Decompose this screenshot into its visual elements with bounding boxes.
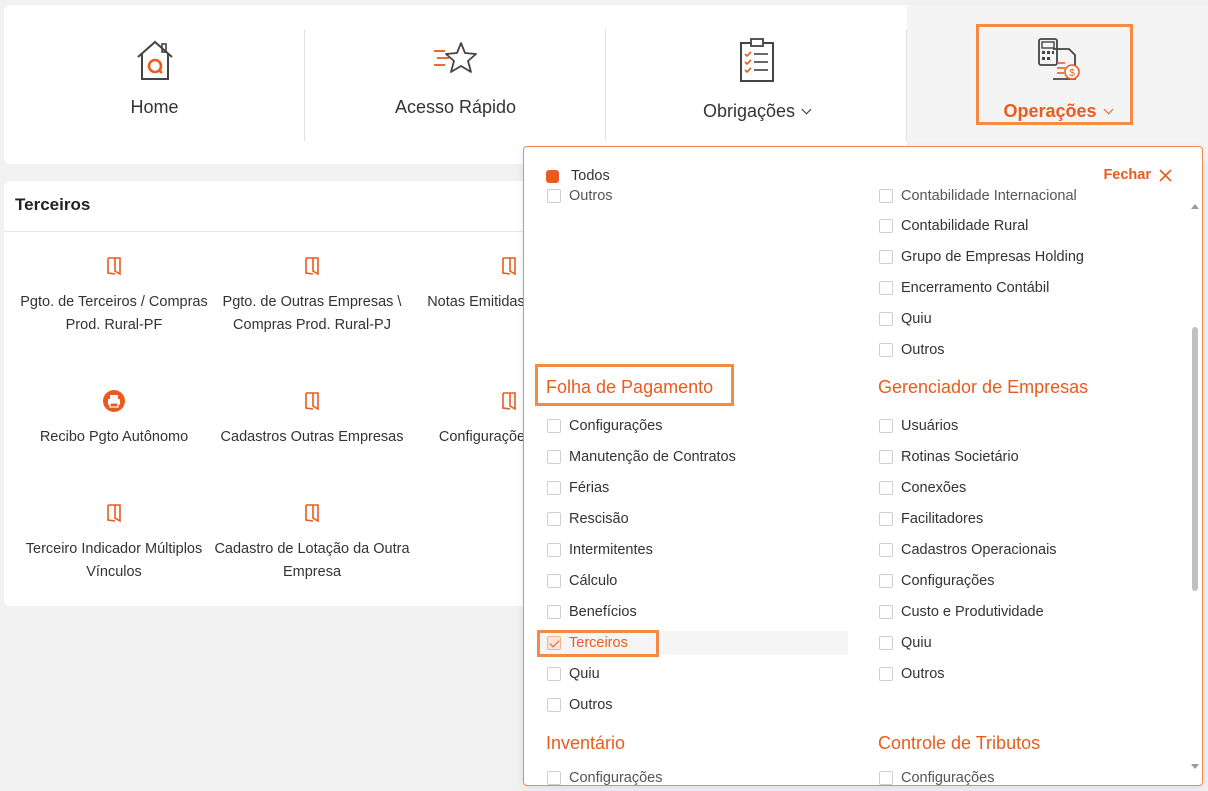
option-rescisao[interactable]: Rescisão: [546, 507, 629, 531]
tile-cadastros-outras-empresas[interactable]: Cadastros Outras Empresas: [212, 390, 412, 449]
operacoes-dropdown: Todos Fechar Outros Folha de Pagamento C…: [523, 146, 1203, 786]
chevron-down-icon: [801, 104, 812, 115]
option-intermitentes[interactable]: Intermitentes: [546, 538, 653, 562]
tab-home[interactable]: Home: [4, 5, 305, 164]
tile-cadastro-lotacao[interactable]: Cadastro de Lotação da Outra Empresa: [212, 502, 412, 583]
option-rotinas-societario[interactable]: Rotinas Societário: [878, 445, 1019, 469]
option-outros[interactable]: Outros: [546, 693, 613, 717]
scroll-down-arrow[interactable]: [1191, 764, 1199, 769]
terceiros-panel: Terceiros Pgto. de Terceiros / Compras P…: [4, 181, 534, 606]
tab-acesso-rapido[interactable]: Acesso Rápido: [305, 5, 606, 164]
option-ferias[interactable]: Férias: [546, 476, 609, 500]
option-configuracoes[interactable]: Configurações: [546, 414, 663, 438]
tile-pgto-outras-empresas[interactable]: Pgto. de Outras Empresas \ Compras Prod.…: [212, 255, 412, 336]
scrollbar-thumb[interactable]: [1192, 327, 1198, 591]
book-icon: [502, 392, 516, 411]
left-column: Outros Folha de Pagamento Configurações …: [538, 147, 866, 785]
option-outros-gerenciador[interactable]: Outros: [878, 662, 945, 686]
book-icon: [502, 257, 516, 276]
option-facilitadores[interactable]: Facilitadores: [878, 507, 983, 531]
right-column: Contabilidade Internacional Contabilidad…: [878, 147, 1198, 785]
tab-operacoes-label: Operações: [907, 101, 1208, 122]
option-contabilidade-rural[interactable]: Contabilidade Rural: [878, 214, 1028, 238]
book-icon: [305, 257, 319, 276]
option-configuracoes-gerenciador[interactable]: Configurações: [878, 569, 995, 593]
option-outros-top[interactable]: Outros: [546, 184, 613, 208]
tab-home-label: Home: [130, 97, 179, 117]
book-icon: [305, 504, 319, 523]
option-manutencao-contratos[interactable]: Manutenção de Contratos: [546, 445, 736, 469]
option-inventario-configuracoes[interactable]: Configurações: [546, 766, 663, 785]
option-controle-configuracoes[interactable]: Configurações: [878, 766, 995, 785]
option-cadastros-operacionais[interactable]: Cadastros Operacionais: [878, 538, 1057, 562]
home-icon: [136, 40, 173, 80]
option-encerramento-contabil[interactable]: Encerramento Contábil: [878, 276, 1049, 300]
tile-terceiro-indicador[interactable]: Terceiro Indicador Múltiplos Vínculos: [14, 502, 214, 583]
option-usuarios[interactable]: Usuários: [878, 414, 958, 438]
scroll-up-arrow[interactable]: [1191, 204, 1199, 209]
option-outros-contabil[interactable]: Outros: [878, 338, 945, 362]
tab-obrigacoes[interactable]: Obrigações: [606, 5, 907, 164]
option-beneficios[interactable]: Benefícios: [546, 600, 637, 624]
top-navigation: Home Acesso Rápido Obrigações $ Operaçõe…: [4, 5, 1208, 164]
tab-acesso-label: Acesso Rápido: [394, 97, 517, 117]
star-icon: [433, 42, 477, 73]
printer-icon: [103, 390, 125, 412]
option-quiu[interactable]: Quiu: [546, 662, 600, 686]
tile-pgto-terceiros[interactable]: Pgto. de Terceiros / Compras Prod. Rural…: [14, 255, 214, 336]
option-calculo[interactable]: Cálculo: [546, 569, 617, 593]
tile-notas-emitidas[interactable]: Notas Emitidas Produção: [409, 255, 534, 314]
section-controle-tributos: Controle de Tributos: [878, 733, 1041, 753]
section-inventario: Inventário: [546, 733, 626, 753]
tab-obrigacoes-label: Obrigações: [606, 101, 907, 122]
book-icon: [107, 257, 121, 276]
tab-operacoes[interactable]: $ Operações: [907, 5, 1208, 164]
tile-configuracoes[interactable]: Configuraçõe Empres: [409, 390, 534, 449]
option-conexoes[interactable]: Conexões: [878, 476, 966, 500]
option-custo-produtividade[interactable]: Custo e Produtividade: [878, 600, 1044, 624]
option-terceiros[interactable]: Terceiros: [538, 631, 848, 655]
option-quiu-contabil[interactable]: Quiu: [878, 307, 932, 331]
book-icon: [305, 392, 319, 411]
section-folha-pagamento: Folha de Pagamento: [546, 377, 714, 397]
chevron-down-icon: [1103, 104, 1113, 115]
section-gerenciador-empresas: Gerenciador de Empresas: [878, 377, 1089, 397]
book-icon: [107, 504, 121, 523]
option-contabilidade-internacional[interactable]: Contabilidade Internacional: [878, 184, 1077, 208]
option-quiu-gerenciador[interactable]: Quiu: [878, 631, 932, 655]
tile-recibo-pgto-autonomo[interactable]: Recibo Pgto Autônomo: [14, 390, 214, 449]
clipboard-icon: [739, 38, 774, 82]
svg-text:$: $: [1069, 68, 1075, 79]
panel-title: Terceiros: [15, 195, 91, 214]
option-grupo-empresas-holding[interactable]: Grupo de Empresas Holding: [878, 245, 1084, 269]
calculator-invoice-icon: $: [1037, 38, 1080, 80]
